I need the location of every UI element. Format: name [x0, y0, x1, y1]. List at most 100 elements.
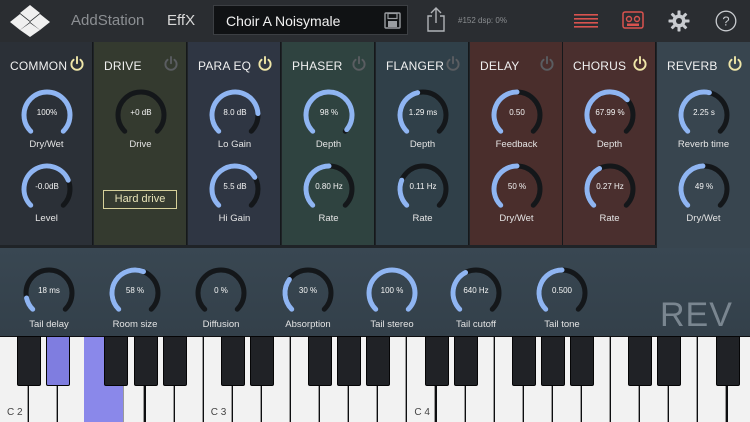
module-title: REVERB: [667, 59, 718, 73]
gear-icon[interactable]: [668, 10, 690, 32]
knob-tail-cutoff[interactable]: 640 Hz: [448, 265, 504, 321]
knob-label: Depth: [315, 139, 342, 150]
knob-hi-gain[interactable]: 5.5 dB: [207, 161, 263, 217]
preset-selector[interactable]: Choir A Noisymale: [213, 5, 408, 35]
black-key-f-sharp3[interactable]: [308, 336, 333, 386]
knob-label: Tail tone: [544, 319, 580, 330]
black-key-f-sharp2[interactable]: [104, 336, 129, 386]
octave-label: C 2: [7, 407, 23, 418]
knob-label: Feedback: [495, 139, 538, 150]
effx-tab[interactable]: EffX: [167, 12, 195, 29]
knob-label: Reverb time: [677, 139, 730, 150]
power-icon[interactable]: [70, 56, 84, 71]
module-title: DELAY: [480, 59, 520, 73]
knob-tail-delay[interactable]: 18 ms: [21, 265, 77, 321]
knob-label: Rate: [412, 213, 433, 224]
knob-label: Depth: [596, 139, 623, 150]
power-icon[interactable]: [446, 56, 460, 71]
black-key-c-sharp2[interactable]: [17, 336, 42, 386]
knob-label: Dry/Wet: [686, 213, 721, 224]
knob-rate[interactable]: 0.80 Hz: [301, 161, 357, 217]
power-icon[interactable]: [540, 56, 554, 71]
module-title: DRIVE: [104, 59, 142, 73]
knob-label: Tail cutoff: [456, 319, 496, 330]
black-key-f-sharp5[interactable]: [715, 336, 740, 386]
black-key-g-sharp4[interactable]: [540, 336, 565, 386]
knob-label: Depth: [409, 139, 436, 150]
knob-value: 0.500: [551, 286, 573, 295]
knob-tail-stereo[interactable]: 100 %: [364, 265, 420, 321]
knob-label: Tail delay: [29, 319, 69, 330]
knob-tail-tone[interactable]: 0.500: [534, 265, 590, 321]
knob-label: Rate: [318, 213, 339, 224]
black-key-g-sharp3[interactable]: [337, 336, 362, 386]
knob-level[interactable]: -0.0dB: [19, 161, 75, 217]
effect-modules: COMMON 100% Dry/Wet -0.0dB Level DRIVE +0 dB Dr…: [0, 42, 750, 248]
black-key-c-sharp3[interactable]: [220, 336, 245, 386]
module-para-eq: PARA EQ 8.0 dB Lo Gain 5.5 dB Hi Gain: [188, 42, 281, 245]
knob-label: Diffusion: [202, 319, 240, 330]
knob-depth[interactable]: 1.29 ms: [395, 87, 451, 143]
module-reverb: REVERB 2.25 s Reverb time 49 % Dry/Wet: [657, 42, 750, 248]
knob-depth[interactable]: 98 %: [301, 87, 357, 143]
black-key-c-sharp4[interactable]: [424, 336, 449, 386]
black-key-d-sharp2[interactable]: [46, 336, 71, 386]
knob-absorption[interactable]: 30 %: [280, 265, 336, 321]
octave-label: C 4: [414, 407, 430, 418]
tape-recorder-icon[interactable]: [622, 11, 644, 29]
knob-dry-wet[interactable]: 100%: [19, 87, 75, 143]
knob-value: 2.25 s: [693, 108, 715, 117]
knob-value-arc: [24, 295, 36, 312]
knob-rate[interactable]: 0.11 Hz: [395, 161, 451, 217]
module-title: PARA EQ: [198, 59, 252, 73]
black-key-d-sharp3[interactable]: [249, 336, 274, 386]
knob-depth[interactable]: 67.99 %: [582, 87, 638, 143]
status-readout: #152 dsp: 0%: [458, 16, 507, 25]
module-title: COMMON: [10, 59, 68, 73]
power-icon[interactable]: [258, 56, 272, 71]
knob-value: 8.0 dB: [223, 108, 247, 117]
power-icon[interactable]: [164, 56, 178, 71]
app-title[interactable]: AddStation: [71, 12, 144, 29]
black-key-a-sharp4[interactable]: [570, 336, 594, 386]
knob-reverb-time[interactable]: 2.25 s: [676, 87, 732, 143]
black-key-g-sharp2[interactable]: [133, 336, 158, 386]
module-title: CHORUS: [573, 59, 627, 73]
piano-keyboard: C 2 C 3 C 4: [0, 336, 750, 422]
black-key-c-sharp5[interactable]: [628, 336, 653, 386]
menu-icon[interactable]: [574, 14, 598, 28]
reverb-page-title: REV: [660, 296, 733, 334]
help-icon[interactable]: ?: [715, 10, 737, 32]
knob-value: 0 %: [214, 286, 228, 295]
knob-dry-wet[interactable]: 50 %: [489, 161, 545, 217]
knob-rate[interactable]: 0.27 Hz: [582, 161, 638, 217]
knob-label: Rate: [599, 213, 620, 224]
knob-value: 0.80 Hz: [315, 182, 343, 191]
knob-value: +0 dB: [130, 108, 152, 117]
black-key-f-sharp4[interactable]: [511, 336, 536, 386]
knob-drive[interactable]: +0 dB: [113, 87, 169, 143]
power-icon[interactable]: [633, 56, 647, 71]
share-icon[interactable]: [426, 6, 446, 32]
octave-label: C 3: [210, 407, 227, 418]
black-key-d-sharp5[interactable]: [657, 336, 682, 386]
black-key-a-sharp3[interactable]: [366, 336, 391, 386]
knob-value: 30 %: [298, 286, 318, 295]
knob-dry-wet[interactable]: 49 %: [676, 161, 732, 217]
app-window: AddStation EffX Choir A Noisymale #152 d…: [0, 0, 750, 422]
knob-feedback[interactable]: 0.50: [489, 87, 545, 143]
knob-room-size[interactable]: 58 %: [107, 265, 163, 321]
knob-diffusion[interactable]: 0 %: [193, 265, 249, 321]
knob-value: 0.27 Hz: [596, 182, 624, 191]
logo-icon[interactable]: [10, 4, 50, 38]
black-key-d-sharp4[interactable]: [453, 336, 478, 386]
hard-drive-button[interactable]: Hard drive: [103, 190, 177, 209]
power-icon[interactable]: [728, 56, 742, 71]
power-icon[interactable]: [352, 56, 366, 71]
save-icon[interactable]: [384, 12, 401, 29]
preset-name: Choir A Noisymale: [226, 13, 341, 29]
knob-label: Hi Gain: [218, 213, 251, 224]
black-key-a-sharp2[interactable]: [162, 336, 187, 386]
knob-lo-gain[interactable]: 8.0 dB: [207, 87, 263, 143]
knob-label: Tail stereo: [370, 319, 414, 330]
